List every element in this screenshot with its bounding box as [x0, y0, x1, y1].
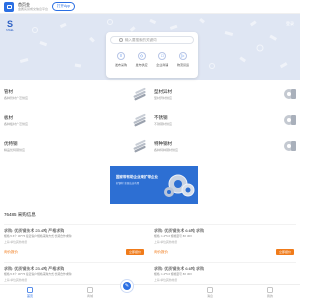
quick-links: ≡ 发布采购 ◇ 发布供应 □ 企业商铺 ▷ 物流货运: [110, 52, 194, 67]
listing-price: 询价报价: [154, 250, 168, 254]
quick-link-item[interactable]: ▷ 物流货运: [174, 52, 192, 67]
app-subtitle: 金属实货成交信息平台: [18, 6, 49, 11]
category-title: 优特钢: [4, 141, 18, 146]
nav-label: 商城: [86, 294, 93, 298]
user-icon: [267, 287, 273, 293]
category-title: 管材: [4, 89, 13, 94]
publish-center-button[interactable]: ✎: [121, 280, 133, 292]
shop-icon: [87, 287, 93, 293]
promo-banner[interactable]: 国家带有助企业来扩带企业 好钢材 全国店店有用: [110, 166, 198, 204]
quick-link-item[interactable]: ≡ 发布采购: [112, 52, 130, 67]
quick-link-label: 发布采购: [114, 63, 127, 67]
category-subtitle: 各种管材广泛供应: [4, 96, 29, 100]
search-icon: [119, 38, 123, 42]
nav-item-3[interactable]: 消息: [195, 287, 225, 298]
quote-button[interactable]: 立即报价: [125, 249, 144, 255]
quick-link-label: 发布供应: [135, 63, 148, 67]
bar-icon: [133, 139, 146, 153]
search-box[interactable]: [110, 36, 194, 44]
banner-headline: 国家带有助企业来扩带企业: [116, 175, 158, 179]
nav-item-0[interactable]: 首页: [15, 287, 45, 298]
banner-subline: 好钢材 全国店店有用: [116, 182, 140, 185]
nav-label: 我的: [266, 294, 273, 298]
quick-link-label: 物流货运: [176, 63, 189, 67]
nav-item-4[interactable]: 我的: [255, 287, 285, 298]
quick-link-item[interactable]: ◇ 发布供应: [133, 52, 151, 67]
coil-icon: [284, 141, 296, 151]
listing-price: 询价报价: [4, 250, 18, 254]
listing-meta: 上海 单位其他材质: [4, 240, 28, 244]
brand-logo: S STEEL: [4, 19, 16, 33]
tag-icon: ◇: [137, 52, 146, 60]
stainless-icon: [284, 115, 296, 125]
category-subtitle: 精品优特钢供应: [4, 148, 26, 152]
category-subtitle: 各种特种钢材供应: [154, 148, 179, 152]
profile-icon: [284, 89, 296, 99]
quote-button[interactable]: 立即报价: [275, 249, 294, 255]
listing-row: 求购: 优质钢技术 23.4吨 严格求购 规格:5.6个 30*75 接近客户规…: [4, 224, 296, 262]
brand-logo-text: STEEL: [6, 29, 14, 32]
message-icon: [207, 287, 213, 293]
app-logo-icon: [4, 1, 14, 12]
plate-icon: [133, 113, 146, 127]
nav-label: 消息: [206, 294, 213, 298]
listing-meta: 上海 单位其他材质: [4, 278, 28, 282]
listing-desc: 规格:5.6个 30*75 接近客户规格采购方式:长期合作求购: [4, 272, 72, 276]
app-text: 首页金 金属实货成交信息平台: [18, 2, 48, 12]
open-app-button[interactable]: 打开App: [52, 2, 76, 11]
category-subtitle: 各种板材广泛供应: [4, 122, 29, 126]
quick-link-label: 企业商铺: [156, 63, 169, 67]
listing-card[interactable]: 求购: 优质钢技术 23.4吨 严格求购 规格:5.6个 30*75 接近客户规…: [4, 225, 146, 263]
nav-label: 首页: [26, 294, 33, 298]
app-header: 首页金 金属实货成交信息平台 打开App: [0, 0, 300, 14]
search-input[interactable]: [125, 38, 185, 42]
category-subtitle: 型材异材供应: [154, 96, 173, 100]
steel-rings-icon: [164, 174, 195, 197]
listing-desc: 规格: 1.4*5.6 规格型号 8X 30X: [154, 272, 192, 276]
listing-desc: 规格:5.6个 30*75 接近客户规格采购方式:长期合作求购: [4, 234, 72, 238]
brand-logo-mark: S: [6, 19, 13, 29]
category-subtitle: 不锈钢材供应: [154, 122, 173, 126]
doc-icon: ≡: [117, 52, 125, 60]
category-item[interactable]: 特种钢材 各种特种钢材供应: [150, 138, 300, 168]
search-card: ≡ 发布采购◇ 发布供应□ 企业商铺▷ 物流货运: [106, 32, 198, 78]
section-title: 76485 采购信息: [4, 212, 36, 217]
quick-link-item[interactable]: □ 企业商铺: [153, 52, 171, 67]
category-item[interactable]: 优特钢 精品优特钢供应: [0, 138, 150, 168]
nav-item-1[interactable]: 商城: [75, 287, 105, 298]
home-icon: [27, 287, 33, 293]
category-title: 特种钢材: [154, 141, 172, 146]
truck-icon: ▷: [178, 52, 187, 60]
listing-desc: 规格: 1.4*5.6 规格型号 8X 30X: [154, 234, 192, 238]
page: 首页金 金属实货成交信息平台 打开App S STEEL 登录 输入要搜索的关键…: [0, 0, 300, 300]
login-link[interactable]: 登录: [286, 21, 294, 27]
pipe-icon: [133, 87, 146, 101]
listing-meta: 上海 单位其他材质: [154, 240, 178, 244]
category-title: 不锈钢: [154, 115, 168, 120]
category-title: 板材: [4, 115, 13, 120]
category-title: 型材异材: [154, 89, 172, 94]
listing-meta: 上海 单位其他材质: [154, 278, 178, 282]
bottom-nav: 首页 商城 发布 消息 我的: [0, 284, 300, 300]
box-icon: □: [158, 52, 167, 60]
listing-card[interactable]: 求购: 优质钢技术 6.6吨 求购 规格: 1.4*5.6 规格型号 8X 30…: [154, 225, 296, 263]
